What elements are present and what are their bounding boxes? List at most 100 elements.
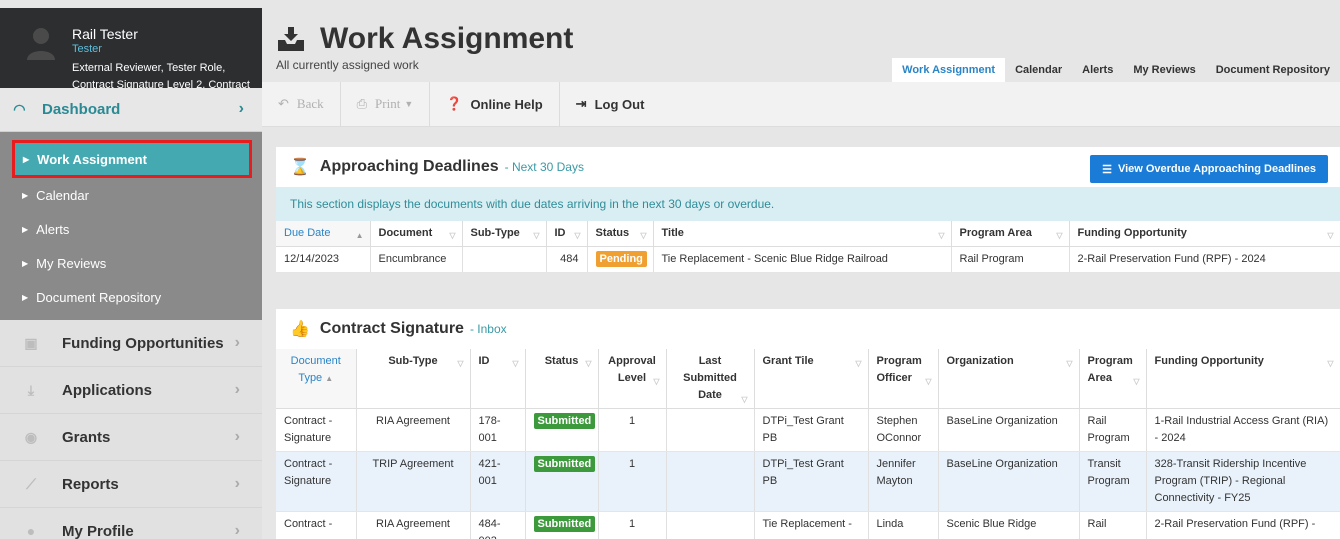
back-arrow-icon: ↶ xyxy=(278,96,289,111)
filter-icon: ▽ xyxy=(1133,377,1140,386)
col-label: ID xyxy=(554,227,566,239)
col-id[interactable]: ID ▽ xyxy=(546,221,588,247)
status-badge: Pending xyxy=(595,251,647,267)
cell-document-type: Contract - Signature xyxy=(276,408,357,452)
status-badge: Submitted xyxy=(533,516,596,532)
chevron-right-icon: › xyxy=(234,334,240,351)
user-name: Rail Tester xyxy=(72,26,138,42)
col-label: Status xyxy=(595,227,630,239)
col-id[interactable]: ID ▽ xyxy=(470,349,526,409)
filter-icon: ▽ xyxy=(855,359,862,368)
table-row[interactable]: Contract - Signature RIA Agreement 178-0… xyxy=(276,408,1340,452)
sidebar-item-label: My Profile xyxy=(62,522,134,539)
top-tabs: Work Assignment Calendar Alerts My Revie… xyxy=(892,58,1340,82)
col-label: Program Officer xyxy=(876,355,922,384)
caret-right-icon: ▶ xyxy=(22,190,29,200)
cell-document-type: Contract - Signature xyxy=(276,451,357,512)
col-program-area[interactable]: Program Area ▽ xyxy=(951,221,1070,247)
page-subtitle: All currently assigned work xyxy=(276,58,419,72)
sort-asc-icon: ▲ xyxy=(355,231,364,240)
sidebar-item-applications[interactable]: ⤓ Applications › xyxy=(0,367,262,414)
chevron-right-icon: › xyxy=(234,475,240,492)
col-funding-opportunity[interactable]: Funding Opportunity ▽ xyxy=(1146,349,1340,409)
online-help-button[interactable]: ❓ Online Help xyxy=(430,81,560,127)
sidebar-dashboard[interactable]: ◜◝ Dashboard › xyxy=(0,88,262,132)
table-row[interactable]: Contract - RIA Agreement 484-003 Submitt… xyxy=(276,511,1340,539)
logout-button[interactable]: ⇥ Log Out xyxy=(560,82,661,127)
cell-program-officer: Linda xyxy=(868,511,939,539)
submenu-alerts[interactable]: ▶ Alerts xyxy=(0,212,262,246)
caret-right-icon: ▶ xyxy=(22,292,29,302)
cell-program-officer: Jennifer Mayton xyxy=(868,451,939,512)
dashboard-submenu: ▶ Work Assignment ▶ Calendar ▶ Alerts ▶ … xyxy=(0,132,262,320)
sort-asc-icon: ▲ xyxy=(325,374,334,383)
cell-last-submitted-date xyxy=(666,451,755,512)
tab-alerts[interactable]: Alerts xyxy=(1072,58,1123,82)
col-document[interactable]: Document ▽ xyxy=(370,221,463,247)
filter-icon: ▽ xyxy=(574,231,581,240)
col-program-officer[interactable]: Program Officer ▽ xyxy=(868,349,939,409)
contract-title: Contract Signature xyxy=(319,320,464,337)
view-overdue-button[interactable]: ☰ View Overdue Approaching Deadlines xyxy=(1090,155,1328,183)
col-label: Funding Opportunity xyxy=(1154,355,1264,367)
col-sub-type[interactable]: Sub-Type ▽ xyxy=(356,349,471,409)
table-row[interactable]: 12/14/2023 Encumbrance 484 Pending Tie R… xyxy=(276,246,1340,273)
deadlines-panel: ⌛ Approaching Deadlines - Next 30 Days ☰… xyxy=(276,147,1340,273)
hourglass-icon: ⌛ xyxy=(290,159,310,176)
submenu-document-repository[interactable]: ▶ Document Repository xyxy=(0,280,262,314)
contract-panel: 👍 Contract Signature - Inbox Document Ty… xyxy=(276,309,1340,539)
sidebar-item-grants[interactable]: ◉ Grants › xyxy=(0,414,262,461)
submenu-my-reviews[interactable]: ▶ My Reviews xyxy=(0,246,262,280)
table-row[interactable]: Contract - Signature TRIP Agreement 421-… xyxy=(276,451,1340,512)
col-sub-type[interactable]: Sub-Type ▽ xyxy=(462,221,547,247)
filter-icon: ▽ xyxy=(938,231,945,240)
col-status[interactable]: Status ▽ xyxy=(587,221,654,247)
col-status[interactable]: Status ▽ xyxy=(525,349,599,409)
col-last-submitted-date[interactable]: Last Submitted Date ▽ xyxy=(666,349,755,409)
col-approval-level[interactable]: Approval Level ▽ xyxy=(598,349,667,409)
tab-calendar[interactable]: Calendar xyxy=(1005,58,1072,82)
back-button[interactable]: ↶ Back xyxy=(262,81,341,127)
cell-funding-opportunity: 328-Transit Ridership Incentive Program … xyxy=(1146,451,1340,512)
col-label: Due Date xyxy=(284,227,331,239)
filter-icon: ▽ xyxy=(653,377,660,386)
col-funding-opportunity[interactable]: Funding Opportunity ▽ xyxy=(1069,221,1340,247)
caret-right-icon: ▶ xyxy=(22,224,29,234)
col-label: Approval Level xyxy=(608,355,656,384)
col-label: Program Area xyxy=(959,227,1032,239)
tab-work-assignment[interactable]: Work Assignment xyxy=(892,58,1006,82)
col-organization[interactable]: Organization ▽ xyxy=(938,349,1080,409)
col-label: Organization xyxy=(946,355,1014,367)
cell-approval-level: 1 xyxy=(598,451,667,512)
filter-icon: ▽ xyxy=(1327,231,1334,240)
col-title[interactable]: Title ▽ xyxy=(653,221,952,247)
col-document-type[interactable]: Document Type ▲ xyxy=(276,349,357,409)
col-grant-tile[interactable]: Grant Tile ▽ xyxy=(754,349,869,409)
user-role: Tester xyxy=(72,43,102,55)
cell-status: Submitted xyxy=(525,511,599,539)
col-program-area[interactable]: Program Area ▽ xyxy=(1079,349,1147,409)
cell-program-area: Rail Program xyxy=(1079,408,1147,452)
sidebar-item-reports[interactable]: ⟋ Reports › xyxy=(0,461,262,508)
tab-document-repository[interactable]: Document Repository xyxy=(1206,58,1340,82)
print-button[interactable]: ⎙ Print ▼ xyxy=(341,81,431,127)
chevron-right-icon: › xyxy=(234,381,240,398)
sidebar-item-label: Applications xyxy=(62,381,153,399)
submenu-label: Calendar xyxy=(36,187,89,203)
chevron-right-icon: › xyxy=(238,100,244,117)
col-label: Grant Tile xyxy=(762,355,814,367)
col-due-date[interactable]: Due Date ▲ xyxy=(276,221,371,247)
sidebar-item-my-profile[interactable]: ● My Profile › xyxy=(0,508,262,539)
filter-icon: ▽ xyxy=(741,395,748,404)
filter-icon: ▽ xyxy=(533,231,540,240)
view-overdue-label: View Overdue Approaching Deadlines xyxy=(1117,163,1316,175)
chevron-right-icon: › xyxy=(234,428,240,445)
submenu-calendar[interactable]: ▶ Calendar xyxy=(0,178,262,212)
submenu-work-assignment[interactable]: ▶ Work Assignment xyxy=(12,140,252,178)
cell-id: 421-001 xyxy=(470,451,526,512)
tab-my-reviews[interactable]: My Reviews xyxy=(1123,58,1205,82)
sidebar-item-funding-opportunities[interactable]: ▣ Funding Opportunities › xyxy=(0,320,262,367)
cell-program-officer: Stephen OConnor xyxy=(868,408,939,452)
cell-program-area: Transit Program xyxy=(1079,451,1147,512)
logout-icon: ⇥ xyxy=(575,96,587,111)
